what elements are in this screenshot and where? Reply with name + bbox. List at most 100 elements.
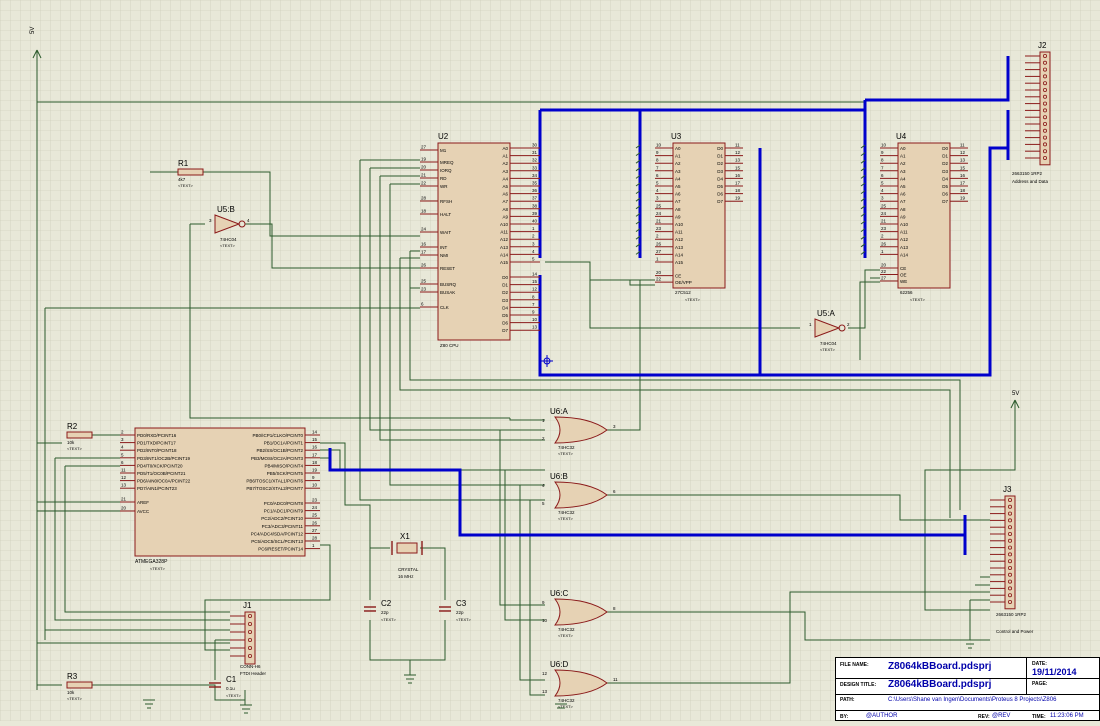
atmega-body <box>134 427 306 557</box>
pin-name: PC1/ADC1/PCINT9 <box>264 509 304 514</box>
pin-name: INT <box>440 245 448 250</box>
pin-name: D2 <box>942 161 948 166</box>
pin-name: A2 <box>502 161 508 166</box>
u6a-ref: U6:A <box>550 407 568 416</box>
pin-name: PB7/TOSC2/XTAL2/PCINT7 <box>246 486 303 491</box>
pin-number: 15 <box>532 279 538 284</box>
u4-sram-value: 62256 <box>900 290 913 295</box>
pin-name: A12 <box>900 237 909 242</box>
u6a-text: <TEXT> <box>558 451 574 456</box>
pin-name: PC3/ADC3/PCINT11 <box>262 524 304 529</box>
pin-number: 28 <box>421 196 427 201</box>
pin-name: D4 <box>502 305 508 310</box>
pin-name: NMI <box>440 253 448 258</box>
pin-number: 24 <box>881 211 887 216</box>
r1-value: 4k7 <box>178 177 186 182</box>
r1-body <box>177 168 204 176</box>
rev-label: REV: <box>978 714 990 720</box>
pin-number: 21 <box>121 497 127 502</box>
pin-number: 13 <box>542 689 548 694</box>
pin-name: M1 <box>440 148 447 153</box>
pin-name: D2 <box>717 161 723 166</box>
pin-number: 10 <box>542 618 548 623</box>
pin-name: PC2/ADC2/PCINT10 <box>261 516 303 521</box>
pin-name: PB4/MISO/PCINT4 <box>264 463 303 468</box>
u6c-text: <TEXT> <box>558 633 574 638</box>
pin-number: 22 <box>881 269 887 274</box>
pin-name: PD0/RXD/PCINT16 <box>137 433 177 438</box>
pin-number: 16 <box>960 173 966 178</box>
pin-name: A6 <box>675 192 681 197</box>
pin-name: A6 <box>502 192 508 197</box>
file-name-label: FILE NAME: <box>840 662 869 668</box>
svg-text:5V: 5V <box>1012 391 1019 397</box>
page-label: PAGE: <box>1032 681 1048 687</box>
schematic-sheet: U2 Z80 CPU 27 M1 19 MREQ 20 IORQ 21 RD 22 WR 28 RFSH 1… <box>0 0 1100 721</box>
pin-number: 12 <box>960 150 966 155</box>
pin-name: A5 <box>675 184 681 189</box>
pin-name: D0 <box>502 275 508 280</box>
pin-name: A13 <box>500 245 509 250</box>
rev: @REV <box>992 713 1011 719</box>
pin-number: 20 <box>421 165 427 170</box>
pin-name: A9 <box>502 214 508 219</box>
pin-number: 27 <box>656 249 662 254</box>
pin-name: BUSAK <box>440 290 455 295</box>
pin-number: 10 <box>312 483 318 488</box>
pin-number: 22 <box>421 181 427 186</box>
pin-number: 14 <box>532 272 538 277</box>
c1-value: 0.1u <box>226 686 235 691</box>
pin-name: A14 <box>900 252 909 257</box>
pin-name: PC5/ADC5/SCL/PCINT13 <box>251 539 303 544</box>
pin-number: 35 <box>532 181 538 186</box>
pin-number: 12 <box>735 150 741 155</box>
pin-name: D5 <box>942 184 948 189</box>
pin-name: A7 <box>675 199 681 204</box>
pin-number: 24 <box>312 505 318 510</box>
pin-number: 16 <box>421 242 427 247</box>
pin-name: AVCC <box>137 509 150 514</box>
pin-number: 13 <box>121 483 127 488</box>
c1-text: <TEXT> <box>226 693 242 698</box>
pin-number: 23 <box>656 226 662 231</box>
pin-name: PC4/ADC4/SDA/PCINT12 <box>251 531 304 536</box>
pin-name: D3 <box>942 169 948 174</box>
u6d-ref: U6:D <box>550 660 568 669</box>
u5a-value: 74HC04 <box>820 341 837 346</box>
pin-name: PD2/INT0/PCINT18 <box>137 448 177 453</box>
pin-number: 13 <box>735 158 741 163</box>
pin-name: BUSRQ <box>440 282 457 287</box>
pin-name: PD4/T0/XCK/PCINT20 <box>137 463 183 468</box>
pin-number: 25 <box>656 203 662 208</box>
pin-name: D4 <box>717 176 723 181</box>
pin-name: D6 <box>942 192 948 197</box>
pin-number: 28 <box>312 536 318 541</box>
pin-name: A5 <box>900 184 906 189</box>
u5b-ref: U5:B <box>217 205 235 214</box>
u5b-text: <TEXT> <box>220 243 236 248</box>
r2-text: <TEXT> <box>67 446 83 451</box>
path-value: C:\Users\Shane van Ingen\Documents\Prote… <box>888 697 1057 703</box>
pin-name: A11 <box>900 230 908 235</box>
pin-number: 18 <box>735 188 741 193</box>
pin-number: 13 <box>960 158 966 163</box>
u6c-ref: U6:C <box>550 589 568 598</box>
pin-name: A10 <box>500 222 509 227</box>
pin-name: PD3/INT1/OC2B/PCINT19 <box>137 456 191 461</box>
pin-name: PB0/ICP1/CLKO/PCINT0 <box>252 433 303 438</box>
pin-number: 22 <box>656 277 662 282</box>
pin-number: 27 <box>881 276 887 281</box>
pin-name: D1 <box>502 283 508 288</box>
u2-ref: U2 <box>438 132 449 141</box>
pin-name: RD <box>440 176 447 181</box>
x1-body <box>396 542 418 554</box>
date-value: 19/11/2014 <box>1032 667 1077 677</box>
pin-name: D3 <box>502 298 508 303</box>
pin-name: D6 <box>502 321 508 326</box>
pin-name: A0 <box>900 146 906 151</box>
pin-name: MREQ <box>440 160 454 165</box>
j1-value: CONN-H6 <box>240 664 261 669</box>
j2-value: 2663150 1RP2 <box>1012 171 1043 176</box>
pin-number: 13 <box>532 325 538 330</box>
pin-name: D6 <box>717 192 723 197</box>
